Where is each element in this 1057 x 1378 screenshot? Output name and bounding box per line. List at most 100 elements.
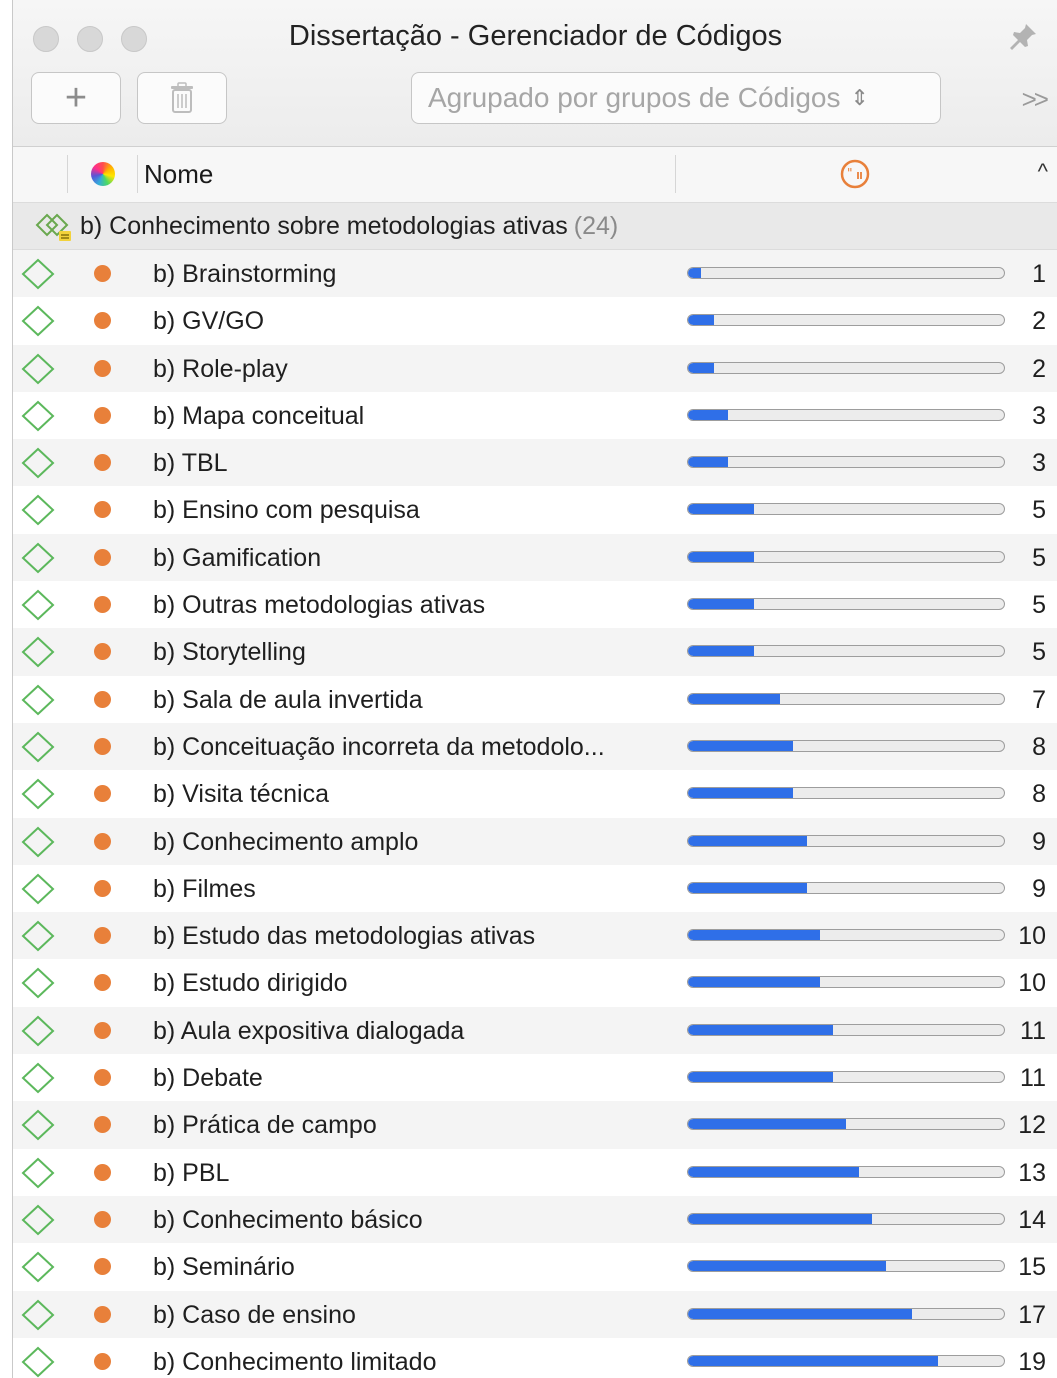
code-row[interactable]: b) Estudo das metodologias ativas 10 xyxy=(13,912,1057,960)
code-diamond-icon xyxy=(21,258,55,290)
code-frequency: 11 xyxy=(1020,1016,1046,1045)
add-code-button[interactable]: + xyxy=(31,72,121,124)
frequency-bar xyxy=(687,739,1005,752)
code-diamond-icon xyxy=(21,447,55,479)
code-row[interactable]: b) Ensino com pesquisa 5 xyxy=(13,486,1057,534)
code-name: b) Aula expositiva dialogada xyxy=(153,1016,465,1045)
frequency-bar-fill xyxy=(688,977,820,988)
frequency-bar xyxy=(687,456,1005,469)
color-dot-icon xyxy=(94,1305,111,1323)
color-dot-icon xyxy=(94,879,111,897)
code-frequency: 17 xyxy=(1018,1300,1046,1329)
code-frequency: 15 xyxy=(1018,1253,1046,1282)
pin-icon[interactable] xyxy=(1006,20,1040,54)
code-name: b) Conhecimento amplo xyxy=(153,827,419,856)
code-diamond-icon xyxy=(21,920,55,952)
code-diamond-icon xyxy=(21,1157,55,1189)
frequency-bar xyxy=(687,881,1005,894)
code-row[interactable]: b) Role-play 2 xyxy=(13,344,1057,392)
code-row[interactable]: b) GV/GO 2 xyxy=(13,297,1057,345)
code-row[interactable]: b) Brainstorming 1 xyxy=(13,250,1057,298)
code-frequency: 19 xyxy=(1018,1347,1046,1376)
code-diamond-icon xyxy=(21,731,55,763)
code-row[interactable]: b) Caso de ensino 17 xyxy=(13,1290,1057,1338)
color-dot-icon xyxy=(94,1163,111,1181)
titlebar: Dissertação - Gerenciador de Códigos + A… xyxy=(13,0,1057,147)
code-row[interactable]: b) Visita técnica 8 xyxy=(13,770,1057,818)
code-name: b) Ensino com pesquisa xyxy=(153,496,420,525)
frequency-icon[interactable]: " xyxy=(839,158,871,190)
frequency-bar-fill xyxy=(688,1072,833,1083)
code-row[interactable]: b) Conceituação incorreta da metodolo...… xyxy=(13,722,1057,771)
code-diamond-icon xyxy=(21,589,55,621)
code-diamond-icon xyxy=(21,684,55,716)
code-frequency: 7 xyxy=(1032,685,1046,714)
color-dot-icon xyxy=(94,643,111,661)
delete-code-button[interactable] xyxy=(137,72,227,124)
frequency-bar xyxy=(687,408,1005,421)
code-row[interactable]: b) Conhecimento amplo 9 xyxy=(13,817,1057,865)
code-diamond-icon xyxy=(21,305,55,337)
code-row[interactable]: b) Sala de aula invertida 7 xyxy=(13,675,1057,723)
code-name: b) Conhecimento limitado xyxy=(153,1347,437,1376)
code-row[interactable]: b) Storytelling 5 xyxy=(13,628,1057,676)
frequency-bar-fill xyxy=(688,693,781,704)
code-row[interactable]: b) Seminário 15 xyxy=(13,1243,1057,1291)
frequency-bar xyxy=(687,1260,1005,1273)
code-row[interactable]: b) Filmes 9 xyxy=(13,864,1057,913)
code-row[interactable]: b) Debate 11 xyxy=(13,1054,1057,1102)
code-frequency: 10 xyxy=(1018,922,1046,951)
code-row[interactable]: b) PBL 13 xyxy=(13,1148,1057,1196)
code-row[interactable]: b) Conhecimento básico 14 xyxy=(13,1195,1057,1244)
code-row[interactable]: b) Prática de campo 12 xyxy=(13,1101,1057,1149)
color-dot-icon xyxy=(94,1258,111,1276)
group-by-select[interactable]: Agrupado por grupos de Códigos ⇕ xyxy=(411,72,941,124)
column-header-name[interactable]: Nome xyxy=(144,159,213,190)
frequency-bar xyxy=(687,361,1005,374)
color-dot-icon xyxy=(94,1021,111,1039)
code-row[interactable]: b) Mapa conceitual 3 xyxy=(13,391,1057,440)
code-group-row[interactable]: b) Conhecimento sobre metodologias ativa… xyxy=(13,203,1057,250)
code-diamond-icon xyxy=(21,1015,55,1047)
code-name: b) Sala de aula invertida xyxy=(153,685,423,714)
code-diamond-icon xyxy=(21,1062,55,1094)
code-diamond-icon xyxy=(21,826,55,857)
code-group-icon xyxy=(35,213,71,241)
code-diamond-icon xyxy=(21,873,55,905)
code-frequency: 9 xyxy=(1032,874,1046,903)
updown-chevron-icon: ⇕ xyxy=(850,85,869,110)
frequency-bar-fill xyxy=(688,835,807,846)
code-name: b) Outras metodologias ativas xyxy=(153,591,486,620)
frequency-bar-fill xyxy=(688,599,754,610)
color-dot-icon xyxy=(94,596,111,614)
frequency-bar xyxy=(687,787,1005,800)
code-row[interactable]: b) Outras metodologias ativas 5 xyxy=(13,581,1057,629)
color-dot-icon xyxy=(94,548,111,566)
frequency-bar-fill xyxy=(688,315,715,326)
column-divider xyxy=(67,155,68,193)
color-dot-icon xyxy=(94,1210,111,1228)
color-wheel-icon[interactable] xyxy=(91,162,115,186)
code-frequency: 8 xyxy=(1032,732,1046,761)
code-frequency: 12 xyxy=(1018,1111,1046,1140)
code-manager-window: Dissertação - Gerenciador de Códigos + A… xyxy=(12,0,1057,1378)
frequency-bar-fill xyxy=(688,1355,939,1366)
toolbar-overflow-button[interactable]: >> xyxy=(1022,84,1049,115)
frequency-bar-fill xyxy=(688,362,715,373)
color-dot-icon xyxy=(94,454,111,472)
sort-ascending-icon[interactable]: ^ xyxy=(1038,159,1048,185)
code-frequency: 5 xyxy=(1032,638,1046,667)
code-diamond-icon xyxy=(21,542,55,574)
code-row[interactable]: b) Estudo dirigido 10 xyxy=(13,959,1057,1007)
code-row[interactable]: b) Aula expositiva dialogada 11 xyxy=(13,1006,1057,1055)
code-frequency: 2 xyxy=(1032,354,1046,383)
color-dot-icon xyxy=(94,1352,111,1370)
color-dot-icon xyxy=(94,265,111,282)
code-diamond-icon xyxy=(21,1251,55,1283)
code-frequency: 13 xyxy=(1018,1158,1046,1187)
code-row[interactable]: b) TBL 3 xyxy=(13,439,1057,487)
code-row[interactable]: b) Conhecimento limitado 19 xyxy=(13,1337,1057,1378)
code-row[interactable]: b) Gamification 5 xyxy=(13,533,1057,582)
code-diamond-icon xyxy=(21,400,55,432)
frequency-bar-fill xyxy=(688,1119,846,1130)
